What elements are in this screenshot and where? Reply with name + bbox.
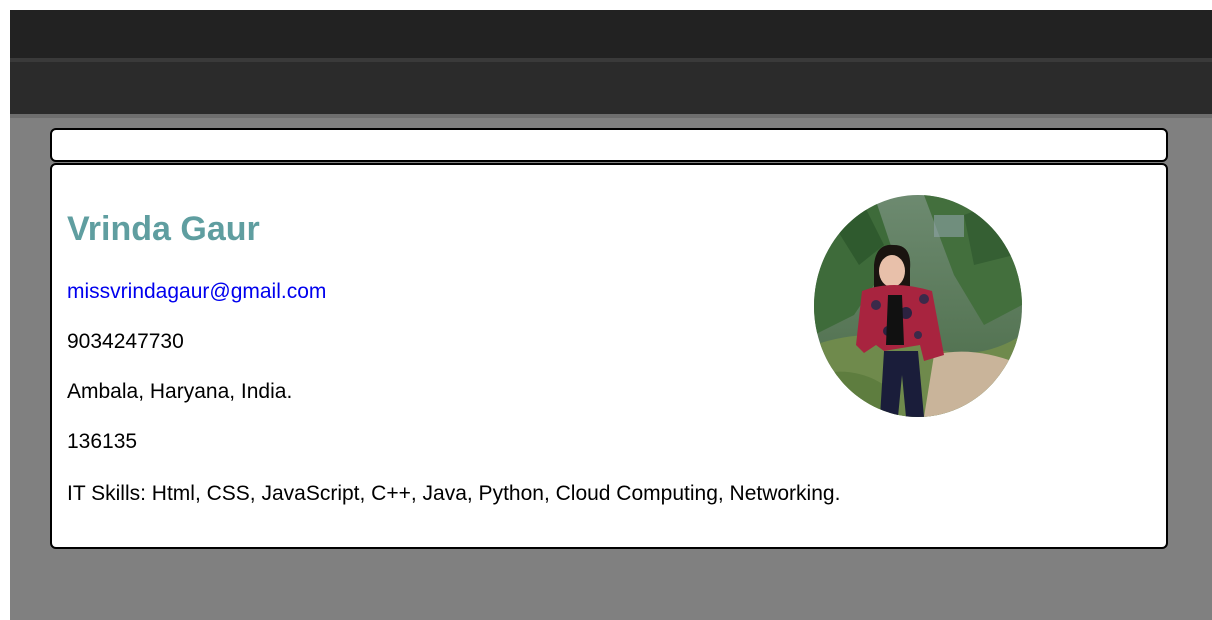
pincode: 136135 [67,430,138,453]
profile-photo [814,195,1022,417]
navigation-bar [10,58,1212,114]
address: Ambala, Haryana, India. [67,380,293,403]
phone-number: 9034247730 [67,330,184,353]
profile-name: Vrinda Gaur [67,210,260,248]
it-skills: IT Skills: Html, CSS, JavaScript, C++, J… [67,482,841,505]
email-link[interactable]: missvrindagaur@gmail.com [67,279,326,305]
header-divider [10,114,1212,118]
page-viewport: Vrinda Gaur missvrindagaur@gmail.com 903… [10,10,1212,620]
empty-header-card [50,128,1168,162]
top-bar [10,10,1212,58]
profile-card: Vrinda Gaur missvrindagaur@gmail.com 903… [50,163,1168,549]
